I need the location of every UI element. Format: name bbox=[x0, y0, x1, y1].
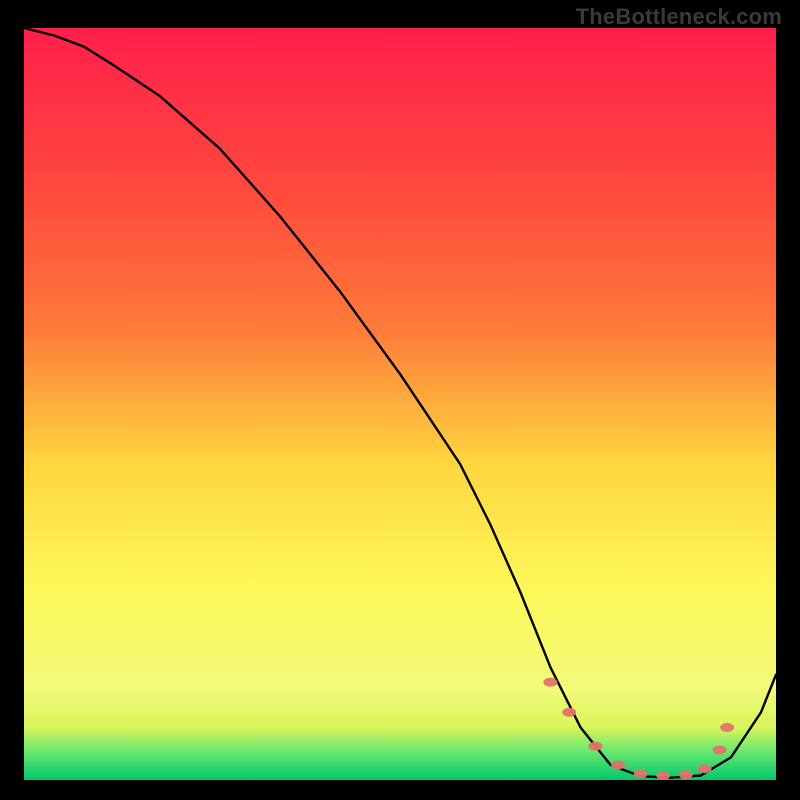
highlight-dot bbox=[611, 761, 625, 770]
gradient-bg bbox=[24, 28, 776, 780]
highlight-dot bbox=[656, 771, 670, 780]
watermark-text: TheBottleneck.com bbox=[576, 4, 782, 30]
highlight-dot bbox=[634, 770, 648, 779]
chart-frame: TheBottleneck.com bbox=[0, 0, 800, 800]
highlight-dot bbox=[543, 678, 557, 687]
plot-area bbox=[24, 28, 776, 780]
highlight-dot bbox=[720, 723, 734, 732]
chart-svg bbox=[24, 28, 776, 780]
highlight-dot bbox=[589, 742, 603, 751]
highlight-dot bbox=[679, 770, 693, 779]
highlight-dot bbox=[562, 708, 576, 717]
highlight-dot bbox=[713, 745, 727, 754]
highlight-dot bbox=[698, 764, 712, 773]
